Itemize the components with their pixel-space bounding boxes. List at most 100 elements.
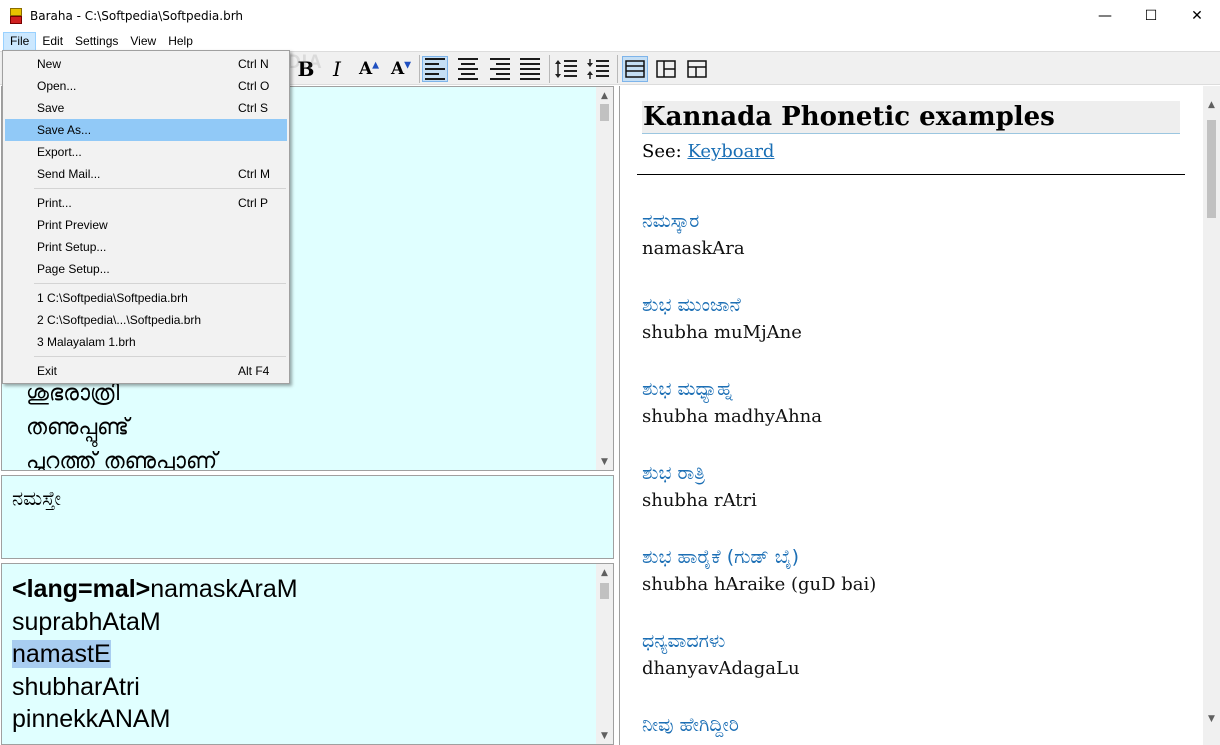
layout-vertical-icon	[656, 60, 676, 78]
layout-split-icon	[687, 60, 707, 78]
toolbar-separator	[549, 55, 550, 83]
selected-text: namastE	[12, 640, 111, 668]
align-left-button[interactable]	[422, 56, 448, 82]
example-phonetic: shubha rAtri	[642, 490, 757, 511]
menu-item-print[interactable]: Print... Ctrl P	[5, 192, 287, 214]
example-kannada: ಧನ್ಯವಾದಗಳು	[642, 630, 726, 652]
menu-item-save[interactable]: Save Ctrl S	[5, 97, 287, 119]
minimize-button[interactable]: —	[1082, 0, 1128, 31]
menu-item-recent-1[interactable]: 1 C:\Softpedia\Softpedia.brh	[5, 287, 287, 309]
toolbar-separator	[617, 55, 618, 83]
scroll-down-icon[interactable]: ▼	[1203, 710, 1220, 727]
menu-item-export[interactable]: Export...	[5, 141, 287, 163]
menu-view[interactable]: View	[124, 32, 162, 51]
font-increase-icon: A▲	[358, 59, 380, 79]
align-right-icon	[490, 58, 510, 80]
increase-font-button[interactable]: A▲	[356, 56, 382, 82]
menu-item-recent-2[interactable]: 2 C:\Softpedia\...\Softpedia.brh	[5, 309, 287, 331]
justify-icon	[520, 58, 540, 80]
menu-item-open[interactable]: Open... Ctrl O	[5, 75, 287, 97]
layout-vertical-button[interactable]	[653, 56, 679, 82]
file-menu-dropdown: New Ctrl N Open... Ctrl O Save Ctrl S Save …	[2, 50, 290, 384]
justify-button[interactable]	[517, 56, 543, 82]
see-label: See:	[642, 141, 682, 162]
example-kannada: ಶುಭ ಮಧ್ಯಾಹ್ನ	[642, 378, 733, 400]
output-scrollbar[interactable]: ▲ ▼	[596, 87, 613, 470]
scroll-down-icon[interactable]: ▼	[596, 453, 613, 470]
app-icon[interactable]	[10, 7, 22, 24]
source-scrollbar[interactable]: ▲ ▼	[596, 564, 613, 744]
help-scrollbar[interactable]: ▲ ▼	[1203, 86, 1220, 745]
example-kannada: ನಮಸ್ಕಾರ	[642, 210, 700, 232]
menu-item-page-setup[interactable]: Page Setup...	[5, 258, 287, 280]
example-phonetic: shubha hAraike (guD bai)	[642, 574, 877, 595]
scroll-thumb[interactable]	[600, 583, 609, 599]
divider	[637, 174, 1185, 175]
close-button[interactable]: ✕	[1174, 0, 1220, 31]
example-kannada: ಶುಭ ಹಾರೈಕೆ (ಗುಡ್ ಬೈ)	[642, 546, 800, 568]
menu-item-new[interactable]: New Ctrl N	[5, 53, 287, 75]
output-line: പുറത്ത് തണുപ്പാണ്	[26, 449, 218, 471]
scroll-up-icon[interactable]: ▲	[596, 87, 613, 104]
scroll-thumb[interactable]	[600, 104, 609, 121]
example-item: ಶುಭ ಹಾರೈಕೆ (ಗುಡ್ ಬೈ) shubha hAraike (guD…	[642, 546, 876, 595]
menu-settings[interactable]: Settings	[69, 32, 124, 51]
maximize-button[interactable]: ☐	[1128, 0, 1174, 31]
source-line: shubharAtri	[12, 672, 140, 701]
example-phonetic: dhanyavAdagaLu	[642, 658, 800, 679]
decrease-spacing-button[interactable]	[585, 56, 611, 82]
source-text[interactable]: <lang=mal>namaskAraM suprabhAtaM namastE…	[12, 573, 298, 736]
see-line: See: Keyboard	[642, 141, 774, 162]
align-right-button[interactable]	[487, 56, 513, 82]
example-item: ನಮಸ್ಕಾರ namaskAra	[642, 210, 745, 259]
example-item: ಧನ್ಯವಾದಗಳು dhanyavAdagaLu	[642, 630, 800, 679]
example-kannada: ಶುಭ ರಾತ್ರಿ	[642, 462, 706, 484]
preview-word: ನಮಸ್ತೇ	[12, 486, 62, 510]
menu-file[interactable]: File	[3, 31, 37, 51]
example-kannada: ಶುಭ ಮುಂಜಾನೆ	[642, 294, 741, 316]
scroll-thumb[interactable]	[1207, 120, 1216, 218]
increase-spacing-button[interactable]	[553, 56, 579, 82]
menu-separator	[34, 356, 286, 357]
menu-item-exit[interactable]: Exit Alt F4	[5, 360, 287, 382]
output-line: തണുപ്പുണ്ട്	[26, 415, 129, 440]
menu-separator	[34, 188, 286, 189]
example-item: ನೀವು ಹೇಗಿದ್ದೀರಿ	[642, 714, 739, 742]
layout-horizontal-icon	[625, 60, 645, 78]
example-phonetic: shubha muMjAne	[642, 322, 802, 343]
menu-edit[interactable]: Edit	[36, 32, 69, 51]
title-bar: Baraha - C:\Softpedia\Softpedia.brh — ☐ …	[0, 0, 1220, 31]
menu-item-print-setup[interactable]: Print Setup...	[5, 236, 287, 258]
output-text: ശുഭരാത്രി തണുപ്പുണ്ട് പുറത്ത് തണുപ്പാണ്	[26, 377, 218, 471]
menu-item-save-as[interactable]: Save As...	[5, 119, 287, 141]
help-title: Kannada Phonetic examples	[642, 101, 1180, 134]
menu-item-send-mail[interactable]: Send Mail... Ctrl M	[5, 163, 287, 185]
align-center-button[interactable]	[455, 56, 481, 82]
italic-button[interactable]: I	[324, 56, 350, 82]
window-title: Baraha - C:\Softpedia\Softpedia.brh	[30, 8, 244, 23]
align-center-icon	[458, 58, 478, 80]
preview-pane[interactable]: ನಮಸ್ತೇ	[1, 475, 614, 559]
scroll-up-icon[interactable]: ▲	[1203, 96, 1220, 113]
line-spacing-increase-icon	[555, 60, 577, 78]
menu-item-recent-3[interactable]: 3 Malayalam 1.brh	[5, 331, 287, 353]
decrease-font-button[interactable]: A▼	[388, 56, 414, 82]
lang-tag: <lang=mal>	[12, 575, 151, 603]
line-spacing-decrease-icon	[587, 59, 609, 79]
source-editor[interactable]: <lang=mal>namaskAraM suprabhAtaM namastE…	[1, 563, 614, 745]
menu-item-print-preview[interactable]: Print Preview	[5, 214, 287, 236]
example-phonetic: shubha madhyAhna	[642, 406, 822, 427]
layout-split-button[interactable]	[684, 56, 710, 82]
keyboard-link[interactable]: Keyboard	[687, 141, 774, 162]
source-line: pinnekkANAM	[12, 705, 171, 733]
help-pane: Kannada Phonetic examples See: Keyboard …	[619, 86, 1220, 745]
menu-help[interactable]: Help	[162, 32, 199, 51]
scroll-down-icon[interactable]: ▼	[596, 727, 613, 744]
italic-icon: I	[333, 57, 341, 81]
example-item: ಶುಭ ಮಧ್ಯಾಹ್ನ shubha madhyAhna	[642, 378, 822, 427]
example-item: ಶುಭ ಮುಂಜಾನೆ shubha muMjAne	[642, 294, 802, 343]
layout-horizontal-button[interactable]	[622, 56, 648, 82]
menu-separator	[34, 283, 286, 284]
font-decrease-icon: A▼	[390, 59, 412, 79]
scroll-up-icon[interactable]: ▲	[596, 564, 613, 581]
